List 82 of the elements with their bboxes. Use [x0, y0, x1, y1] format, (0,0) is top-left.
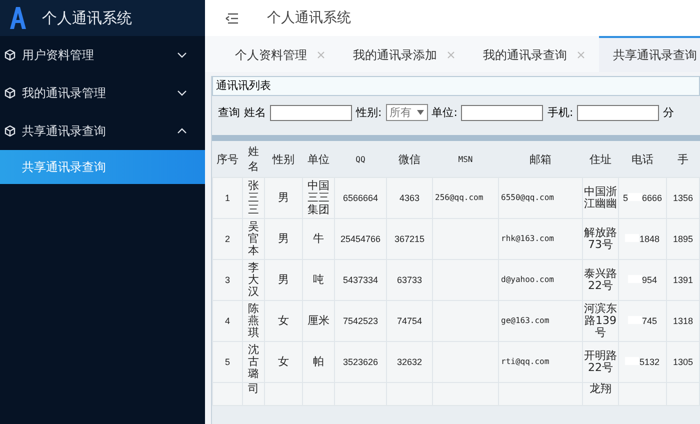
table-cell: 5437334 [342, 275, 378, 285]
chevron-down-icon [177, 52, 187, 58]
tab[interactable]: 个人资料管理 [205, 36, 339, 72]
table-cell: 男 [278, 273, 289, 286]
tab[interactable]: 我的通讯录添加 [339, 36, 469, 72]
chevron-up-icon [177, 128, 187, 134]
table-cell: 32632 [396, 357, 422, 367]
menu-icon[interactable] [225, 12, 239, 24]
table-cell: 1 [224, 193, 230, 203]
table-cell: 龙翔 [590, 382, 612, 395]
table-cell: 1318 [672, 316, 694, 326]
table-cell: 5 [224, 357, 230, 367]
table-cell: 3523626 [342, 357, 378, 367]
table-cell: 厘米 [308, 314, 330, 327]
cube-icon [4, 49, 16, 61]
field-label: 手机: [547, 105, 574, 120]
table-cell: 6550@qq.com [501, 193, 554, 202]
table-cell: 954 [628, 275, 658, 285]
chevron-down-icon [177, 90, 187, 96]
input-field[interactable] [577, 104, 660, 120]
table-cell: 25454766 [340, 234, 381, 244]
table-cell: 吨 [313, 273, 324, 286]
table-cell: 367215 [394, 234, 425, 244]
field-label: 分 [663, 105, 674, 120]
table-cell: 李大汉 [248, 261, 259, 298]
dropdown-arrow-icon [416, 110, 424, 115]
gender-dropdown[interactable]: 所有 [386, 104, 428, 121]
table-cell: 7542523 [342, 316, 378, 326]
table-cell: ge@163.com [501, 316, 550, 325]
field-label: 姓名 [244, 105, 266, 120]
table-cell: 1356 [672, 193, 694, 203]
table-cell: d@yahoo.com [501, 275, 554, 284]
field-label: 性别: [356, 105, 382, 120]
sidebar-item[interactable]: 我的通讯录管理 [0, 74, 205, 112]
table-cell: 74754 [396, 316, 422, 326]
app-title: 个人通讯系统 [42, 8, 132, 28]
cube-icon [4, 125, 16, 137]
table-cell: 4 [224, 316, 230, 326]
table-cell: 5 6666 [622, 193, 662, 203]
table-cell: 泰兴路22号 [584, 267, 617, 292]
table-cell: 中国浙江幽幽 [584, 185, 617, 210]
table-cell: rti@qq.com [501, 357, 550, 366]
field-label: 单位: [432, 105, 458, 120]
table-cell: 沈古璐 [248, 343, 259, 380]
table-cell: 解放路73号 [584, 226, 617, 251]
table-cell: 吴官本 [248, 220, 259, 257]
tab[interactable]: 我的通讯录查询 [469, 36, 599, 72]
page-title: 个人通讯系统 [267, 9, 351, 27]
query-label: 查询 [218, 105, 240, 120]
table-cell: 1895 [672, 234, 694, 244]
table-cell: rhk@163.com [501, 234, 554, 243]
table-cell: 牛 [313, 232, 324, 245]
table-cell: 1848 [625, 234, 660, 244]
table-cell: 63733 [396, 275, 422, 285]
panel-title: 通讯讯列表 [212, 76, 700, 96]
table-cell: 陈燕琪 [248, 302, 259, 339]
table-cell: 6566664 [342, 193, 378, 203]
table-cell: 4363 [399, 193, 420, 203]
table-cell: 女 [278, 314, 289, 327]
sidebar-item[interactable]: 用户资料管理 [0, 36, 205, 74]
tab[interactable]: 共享通讯录查询 [599, 36, 700, 72]
table-cell: 男 [278, 232, 289, 245]
table-cell: 2 [224, 234, 230, 244]
sidebar-item[interactable]: 共享通讯录查询 [0, 112, 205, 150]
table-cell: 中国三三集团 [308, 179, 330, 216]
input-field[interactable] [270, 104, 352, 120]
table-cell: 帕 [313, 355, 324, 368]
input-field[interactable] [461, 104, 544, 120]
cube-icon [4, 87, 16, 99]
table-cell: 3 [224, 275, 230, 285]
table-cell: 1305 [672, 357, 694, 367]
table-cell: 745 [628, 316, 658, 326]
table-cell: 河滨东路139号 [584, 302, 617, 339]
table-cell: 256@qq.com [435, 193, 484, 202]
table-cell: 1391 [672, 275, 694, 285]
logo-icon [8, 7, 28, 29]
table-cell: 司 [248, 382, 259, 395]
table-cell: 女 [278, 355, 289, 368]
table-cell: 张三三 [248, 179, 259, 216]
table-cell: 男 [278, 191, 289, 204]
table-cell: 开明路22号 [584, 349, 617, 374]
table-cell: 5132 [625, 357, 660, 367]
